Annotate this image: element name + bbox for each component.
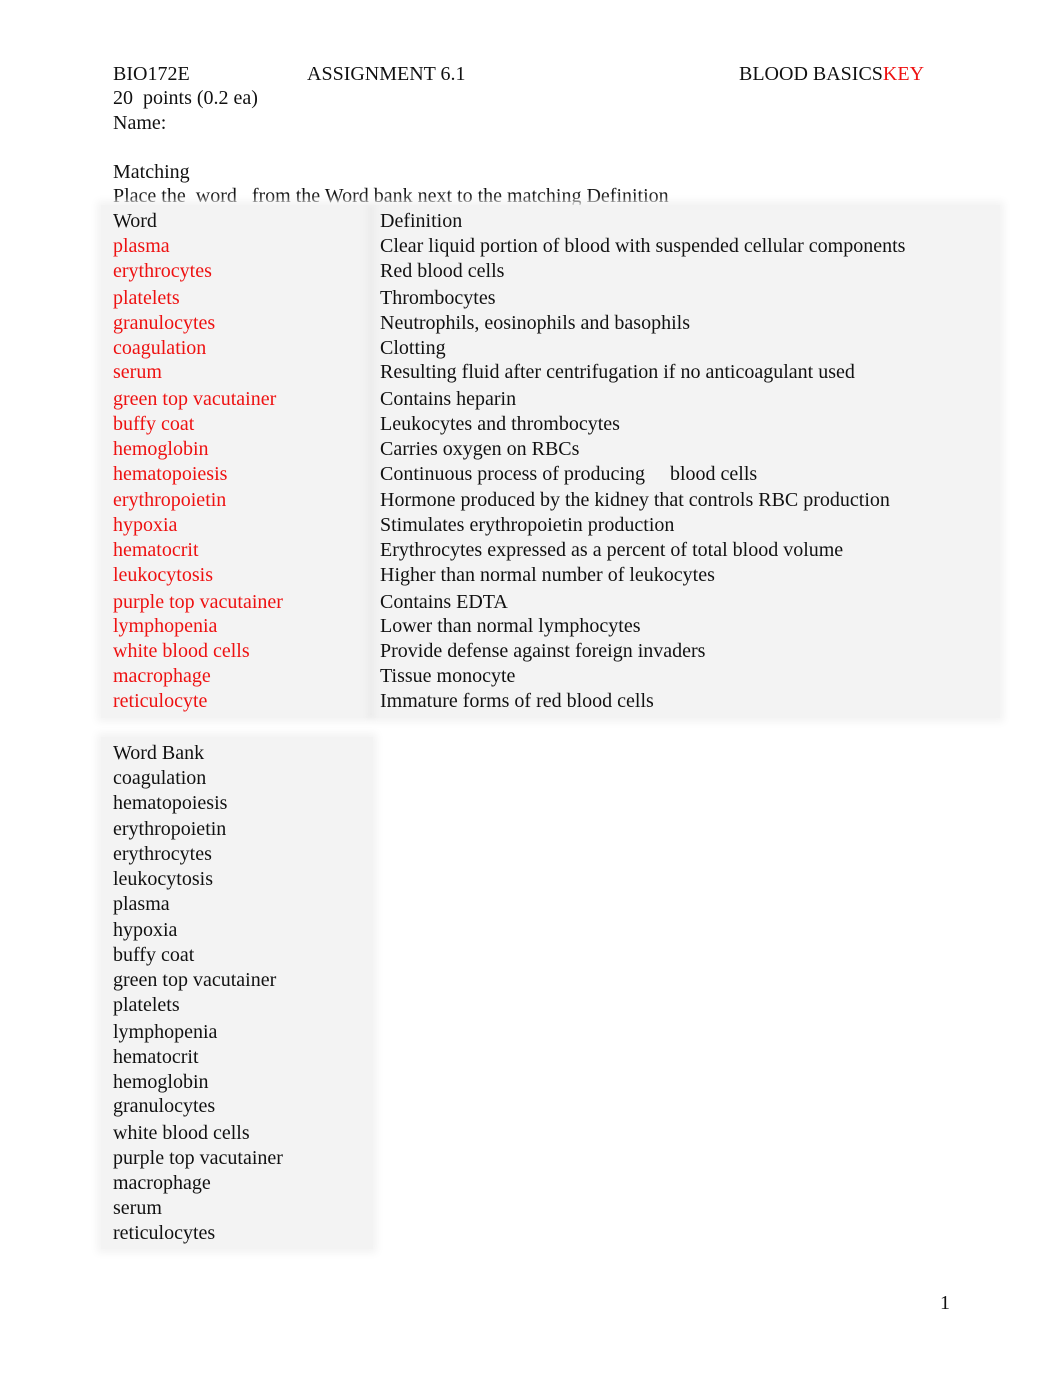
answer-word: reticulocyte (113, 690, 208, 712)
word-bank-item: plasma (113, 893, 170, 915)
definition-text: Neutrophils, eosinophils and basophils (380, 312, 690, 334)
definition-text: Hormone produced by the kidney that cont… (380, 489, 890, 511)
word-bank-item: hemoglobin (113, 1071, 209, 1093)
definition-text: Contains EDTA (380, 591, 508, 613)
definition-text: Clotting (380, 337, 446, 359)
definition-text: Immature forms of red blood cells (380, 690, 654, 712)
answer-word: serum (113, 361, 162, 383)
definition-text: Continuous process of producing blood ce… (380, 463, 758, 485)
answer-word: white blood cells (113, 640, 250, 662)
definition-text: Thrombocytes (380, 287, 496, 309)
word-bank-item: buffy coat (113, 944, 195, 966)
header-word: Word (113, 210, 157, 232)
answer-word: platelets (113, 287, 180, 309)
definition-text: Provide defense against foreign invaders (380, 640, 706, 662)
section-heading: Matching (113, 161, 190, 183)
answer-word: plasma (113, 235, 170, 257)
answer-word: macrophage (113, 665, 211, 687)
word-bank-item: erythropoietin (113, 818, 227, 840)
word-bank-item: macrophage (113, 1172, 211, 1194)
word-bank-item: reticulocytes (113, 1222, 216, 1244)
answer-word: leukocytosis (113, 564, 213, 586)
answer-word: purple top vacutainer (113, 591, 283, 613)
word-bank-item: leukocytosis (113, 868, 213, 890)
answer-word: lymphopenia (113, 615, 218, 637)
word-bank-item: serum (113, 1197, 162, 1219)
word-bank-item: erythrocytes (113, 843, 212, 865)
answer-word: coagulation (113, 337, 207, 359)
answer-word: green top vacutainer (113, 388, 277, 410)
course-code: BIO172E (113, 63, 190, 85)
word-bank-item: white blood cells (113, 1122, 250, 1144)
word-bank-item: hematocrit (113, 1046, 199, 1068)
answer-word: hypoxia (113, 514, 178, 536)
word-bank-item: lymphopenia (113, 1021, 218, 1043)
document-title: BLOOD BASICSKEY (739, 62, 924, 86)
answer-word: granulocytes (113, 312, 216, 334)
word-bank-item: hypoxia (113, 919, 178, 941)
definition-text: Red blood cells (380, 260, 505, 282)
definition-text: Leukocytes and thrombocytes (380, 413, 620, 435)
word-bank-header: Word Bank (113, 742, 205, 764)
definition-text: Higher than normal number of leukocytes (380, 564, 715, 586)
answer-word: hematocrit (113, 539, 199, 561)
title-key-suffix: KEY (882, 63, 925, 85)
definition-text: Carries oxygen on RBCs (380, 438, 580, 460)
word-bank-item: platelets (113, 994, 180, 1016)
header-definition: Definition (380, 210, 463, 232)
word-bank-item: green top vacutainer (113, 969, 277, 991)
points-label: 20 points (0.2 ea) (113, 87, 258, 109)
word-bank-item: granulocytes (113, 1095, 216, 1117)
definition-text: Tissue monocyte (380, 665, 516, 687)
answer-word: erythrocytes (113, 260, 212, 282)
definition-text: Contains heparin (380, 388, 517, 410)
word-bank-item: hematopoiesis (113, 792, 228, 814)
title-text: BLOOD BASICS (739, 63, 883, 85)
name-label: Name: (113, 112, 167, 134)
word-bank-item: purple top vacutainer (113, 1147, 283, 1169)
definition-text: Resulting fluid after centrifugation if … (380, 361, 855, 383)
answer-word: buffy coat (113, 413, 195, 435)
definition-text: Erythrocytes expressed as a percent of t… (380, 539, 844, 561)
answer-word: hemoglobin (113, 438, 209, 460)
word-bank-item: coagulation (113, 767, 207, 789)
page-number: 1 (940, 1292, 950, 1314)
definition-text: Clear liquid portion of blood with suspe… (380, 235, 906, 257)
answer-word: erythropoietin (113, 489, 227, 511)
definition-text: Stimulates erythropoietin production (380, 514, 675, 536)
answer-word: hematopoiesis (113, 463, 228, 485)
definition-text: Lower than normal lymphocytes (380, 615, 641, 637)
assignment-number: ASSIGNMENT 6.1 (307, 63, 466, 85)
column-divider (367, 205, 375, 718)
